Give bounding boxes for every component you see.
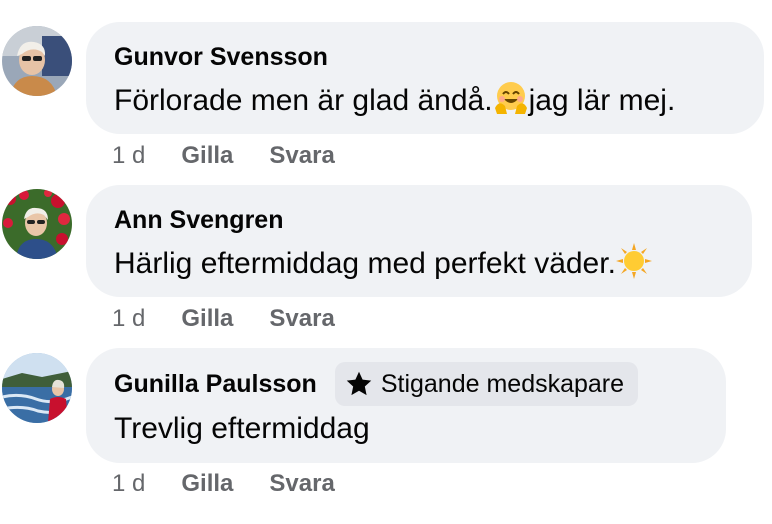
rising-contributor-badge[interactable]: Stigande medskapare xyxy=(334,362,639,406)
comment-text-part: Trevlig eftermiddag xyxy=(114,412,370,445)
reply-button[interactable]: Svara xyxy=(269,142,334,170)
smiling-face-with-open-hands-emoji xyxy=(494,82,527,114)
timestamp[interactable]: 1 d xyxy=(112,470,145,498)
comment-bubble: Gunvor Svensson Förlorade men är glad än… xyxy=(86,22,764,134)
reply-button[interactable]: Svara xyxy=(269,470,334,498)
comment-actions: 1 d Gilla Svara xyxy=(112,470,371,498)
avatar[interactable] xyxy=(2,353,72,423)
like-button[interactable]: Gilla xyxy=(181,142,233,170)
comment-actions: 1 d Gilla Svara xyxy=(112,142,371,170)
avatar-photo xyxy=(2,26,72,96)
badge-label: Stigande medskapare xyxy=(380,369,625,398)
comment-bubble: Gunilla Paulsson Stigande medskapare Tre… xyxy=(86,348,726,463)
author-name[interactable]: Gunilla Paulsson xyxy=(114,370,317,399)
comment-text: Förlorade men är glad ändå. jag lär mej. xyxy=(114,80,736,122)
comment-text: Härlig eftermiddag med perfekt väder. xyxy=(114,243,724,285)
like-button[interactable]: Gilla xyxy=(181,470,233,498)
author-name[interactable]: Gunvor Svensson xyxy=(114,43,328,72)
sun-emoji xyxy=(615,243,652,279)
comment-text: Trevlig eftermiddag xyxy=(114,408,698,450)
timestamp[interactable]: 1 d xyxy=(112,142,145,170)
author-name[interactable]: Ann Svengren xyxy=(114,206,283,235)
comment-text-part: Härlig eftermiddag med perfekt väder. xyxy=(114,247,616,280)
reply-button[interactable]: Svara xyxy=(269,305,334,333)
comment-bubble: Ann Svengren Härlig eftermiddag med perf… xyxy=(86,185,752,297)
comment-text-part: Förlorade men är glad ändå. xyxy=(114,84,493,117)
avatar-photo xyxy=(2,353,72,423)
comment-actions: 1 d Gilla Svara xyxy=(112,305,371,333)
timestamp[interactable]: 1 d xyxy=(112,305,145,333)
like-button[interactable]: Gilla xyxy=(181,305,233,333)
avatar-photo xyxy=(2,189,72,259)
avatar[interactable] xyxy=(2,189,72,259)
star-icon xyxy=(346,371,372,396)
avatar[interactable] xyxy=(2,26,72,96)
comment-text-part: jag lär mej. xyxy=(528,84,676,117)
